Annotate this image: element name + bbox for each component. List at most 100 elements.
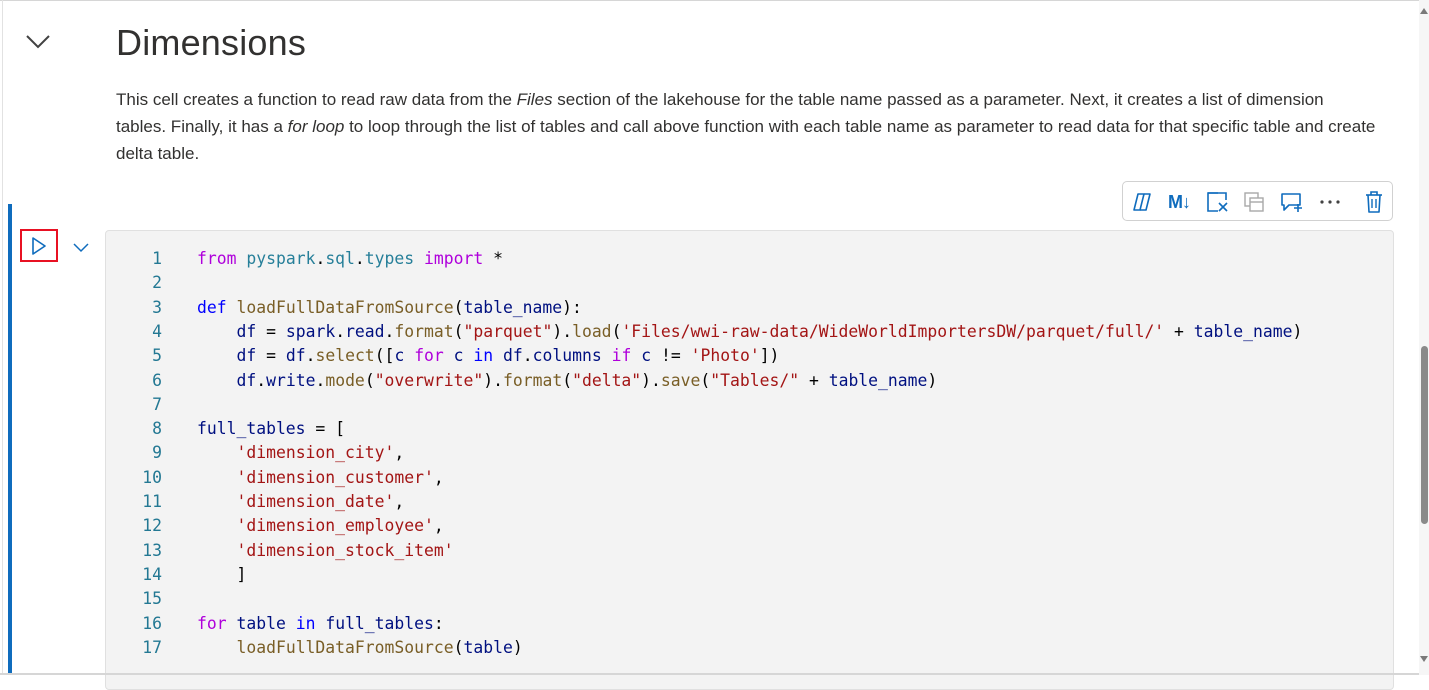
code-token: ). bbox=[483, 370, 503, 390]
code-token: 'dimension_date' bbox=[236, 492, 395, 511]
code-token: 'dimension_city' bbox=[236, 443, 395, 463]
code-token: != bbox=[651, 346, 691, 366]
run-cell-button[interactable] bbox=[20, 229, 58, 262]
code-token: * bbox=[483, 249, 503, 268]
code-token: 'Files/wwi-raw-data/WideWorldImportersDW… bbox=[621, 321, 1165, 341]
markdown-heading: Dimensions bbox=[116, 22, 307, 63]
code-text: 'dimension_customer', bbox=[197, 466, 443, 490]
code-token: + bbox=[799, 370, 829, 390]
code-editor[interactable]: 1 from pyspark.sql.types import * 2 3 def lo… bbox=[105, 230, 1394, 690]
scroll-up-arrow-icon[interactable] bbox=[1420, 8, 1428, 14]
play-icon bbox=[32, 236, 46, 255]
code-token: ) bbox=[1292, 321, 1303, 341]
more-options-icon[interactable] bbox=[1316, 189, 1344, 215]
code-token: 'dimension_customer' bbox=[236, 467, 434, 487]
code-token: df bbox=[285, 346, 306, 366]
line-number: 3 bbox=[152, 297, 162, 317]
cell-options-chevron-icon[interactable] bbox=[70, 238, 92, 258]
add-comment-icon[interactable] bbox=[1278, 189, 1306, 215]
code-token: format bbox=[503, 370, 563, 390]
line-number: 9 bbox=[152, 443, 162, 463]
line-number: 16 bbox=[142, 613, 162, 633]
code-token: loadFullDataFromSource bbox=[236, 297, 454, 317]
code-token: . bbox=[315, 249, 326, 268]
code-token: read bbox=[345, 321, 385, 341]
collapse-markdown-chevron-icon[interactable] bbox=[22, 28, 54, 54]
code-token: . bbox=[354, 249, 365, 268]
code-token: , bbox=[433, 516, 444, 536]
code-text: full_tables = [ bbox=[197, 417, 345, 441]
markdown-description: This cell creates a function to read raw… bbox=[116, 86, 1376, 167]
code-token: . bbox=[256, 370, 267, 390]
code-text: loadFullDataFromSource(table) bbox=[197, 636, 522, 660]
code-token: spark bbox=[285, 321, 336, 341]
code-token: . bbox=[315, 370, 326, 390]
code-token: df bbox=[236, 370, 257, 390]
code-token: full_tables bbox=[197, 419, 306, 439]
code-text: for table in full_tables: bbox=[197, 612, 444, 636]
code-token: ( bbox=[364, 370, 375, 390]
code-token: load bbox=[572, 321, 612, 341]
clear-output-icon[interactable] bbox=[1203, 189, 1231, 215]
code-text: df.write.mode("overwrite").format("delta… bbox=[197, 369, 937, 393]
line-number: 17 bbox=[142, 637, 162, 657]
code-token: = [ bbox=[305, 419, 346, 439]
code-token: c bbox=[453, 346, 464, 366]
line-number: 10 bbox=[142, 467, 162, 487]
code-token: = bbox=[256, 321, 286, 341]
code-token: df bbox=[236, 346, 257, 366]
desc-emphasis-files: Files bbox=[516, 90, 553, 109]
code-token: table_name bbox=[463, 297, 563, 317]
code-token: ([ bbox=[374, 346, 395, 366]
code-token: ( bbox=[453, 297, 464, 317]
line-number: 15 bbox=[142, 589, 162, 609]
code-token: 'Photo' bbox=[690, 346, 760, 366]
code-text: 'dimension_stock_item' bbox=[197, 539, 453, 563]
code-token: types bbox=[364, 249, 415, 268]
code-token: + bbox=[1164, 321, 1194, 341]
copy-cell-icon[interactable] bbox=[1240, 189, 1268, 215]
code-token: "delta" bbox=[572, 370, 642, 390]
code-text: 'dimension_date', bbox=[197, 490, 404, 514]
scrollbar-thumb[interactable] bbox=[1421, 346, 1428, 524]
desc-text-1: This cell creates a function to read raw… bbox=[116, 90, 517, 109]
code-token: ( bbox=[562, 370, 573, 390]
code-token: table bbox=[463, 637, 513, 657]
scroll-down-arrow-icon[interactable] bbox=[1420, 656, 1428, 662]
markdown-toggle-button[interactable]: M↓ bbox=[1165, 189, 1193, 215]
code-token: full_tables bbox=[325, 613, 434, 633]
code-token: format bbox=[394, 321, 454, 341]
code-token: "Tables/" bbox=[710, 370, 800, 390]
code-text: 'dimension_city', bbox=[197, 441, 404, 465]
copilot-icon[interactable] bbox=[1128, 189, 1156, 215]
code-token: "parquet" bbox=[463, 321, 553, 341]
code-token: save bbox=[660, 370, 701, 390]
vertical-scrollbar[interactable] bbox=[1419, 0, 1429, 675]
line-number: 5 bbox=[152, 346, 162, 366]
line-number: 13 bbox=[142, 540, 162, 560]
code-token: ( bbox=[700, 370, 711, 390]
code-token: "overwrite" bbox=[374, 370, 484, 390]
code-text: df = df.select([c for c in df.columns if… bbox=[197, 344, 779, 368]
code-token: in bbox=[473, 346, 494, 366]
code-token: df bbox=[503, 346, 523, 366]
code-token: = bbox=[256, 346, 286, 366]
delete-cell-icon[interactable] bbox=[1360, 189, 1388, 215]
code-token: select bbox=[315, 346, 375, 366]
code-token: : bbox=[433, 613, 444, 633]
code-text: def loadFullDataFromSource(table_name): bbox=[197, 296, 582, 320]
